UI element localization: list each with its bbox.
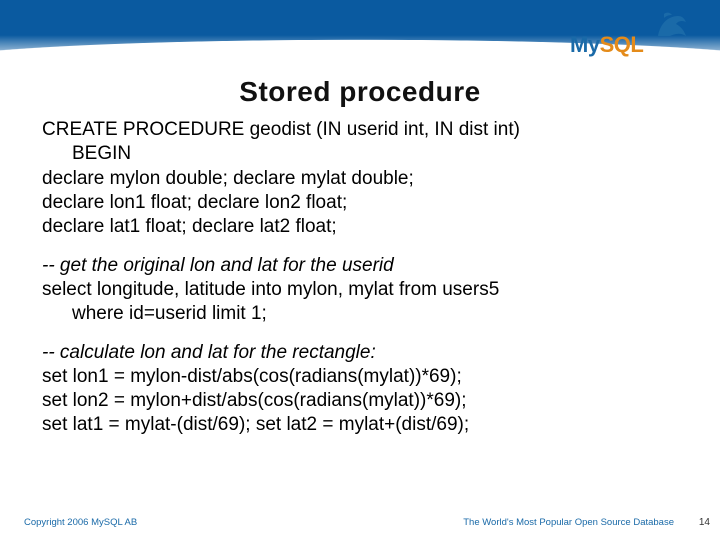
slide-content: CREATE PROCEDURE geodist (IN userid int,… (42, 118, 690, 452)
slide-title: Stored procedure (0, 76, 720, 108)
code-line: declare lat1 float; declare lat2 float; (42, 215, 690, 239)
code-comment: -- get the original lon and lat for the … (42, 254, 690, 278)
code-block-3: -- calculate lon and lat for the rectang… (42, 341, 690, 438)
code-line: declare lon1 float; declare lon2 float; (42, 191, 690, 215)
code-line: where id=userid limit 1; (42, 302, 690, 326)
code-block-1: CREATE PROCEDURE geodist (IN userid int,… (42, 118, 690, 240)
code-block-2: -- get the original lon and lat for the … (42, 254, 690, 327)
page-number: 14 (699, 517, 710, 528)
footer-tagline: The World's Most Popular Open Source Dat… (463, 517, 674, 528)
footer-copyright: Copyright 2006 MySQL AB (24, 517, 137, 528)
code-line: set lat1 = mylat-(dist/69); set lat2 = m… (42, 413, 690, 437)
code-line: select longitude, latitude into mylon, m… (42, 278, 690, 302)
mysql-logo: MySQL (570, 10, 690, 58)
code-line: declare mylon double; declare mylat doub… (42, 167, 690, 191)
logo-sql: SQL (600, 32, 644, 57)
logo-my: My (570, 32, 600, 57)
code-line: BEGIN (42, 142, 690, 166)
code-line: CREATE PROCEDURE geodist (IN userid int,… (42, 118, 690, 142)
code-line: set lon2 = mylon+dist/abs(cos(radians(my… (42, 389, 690, 413)
code-comment: -- calculate lon and lat for the rectang… (42, 341, 690, 365)
logo-text: MySQL (570, 32, 643, 58)
code-line: set lon1 = mylon-dist/abs(cos(radians(my… (42, 365, 690, 389)
dolphin-icon (654, 6, 690, 42)
